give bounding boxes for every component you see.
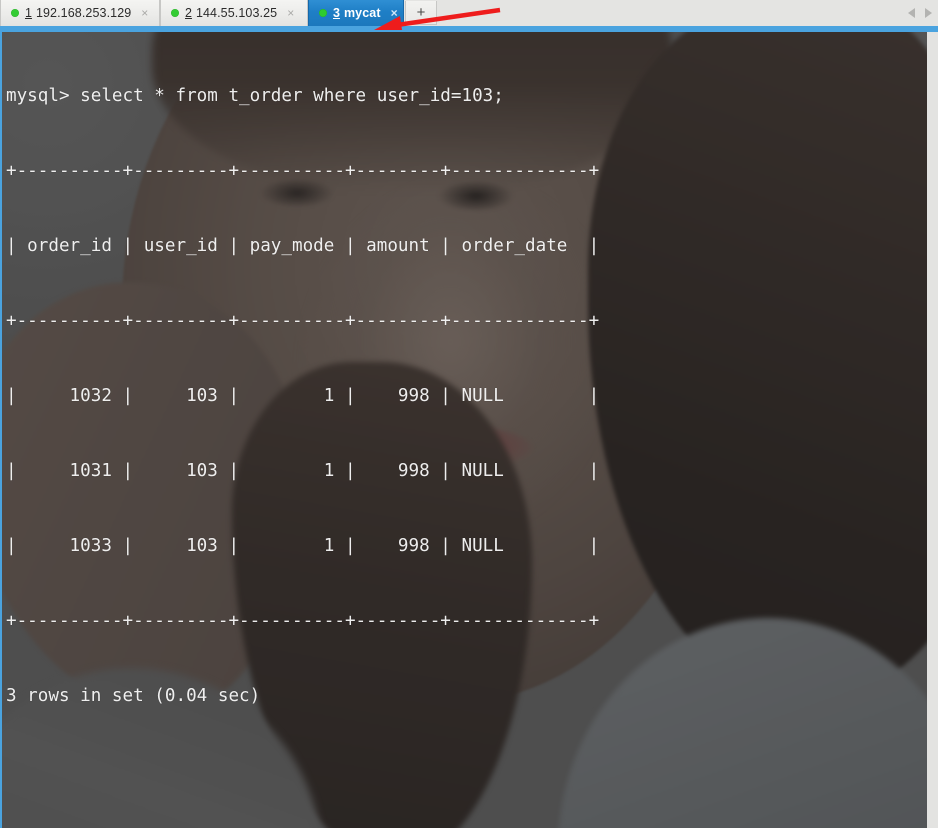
tab-nav-controls [908, 0, 932, 26]
new-tab-button[interactable]: + [405, 1, 437, 25]
tab-2-144-55-103-25[interactable]: 2 144.55.103.25 × [160, 0, 308, 26]
chevron-right-icon[interactable] [925, 8, 932, 18]
tab-title-label: mycat [343, 6, 381, 20]
tab-3-mycat[interactable]: 3 mycat × [308, 0, 404, 26]
tab-1-192-168-253-129[interactable]: 1 192.168.253.129 × [0, 0, 160, 26]
table-bottom-border: +----------+---------+----------+-------… [6, 611, 600, 631]
result-summary-line: 3 rows in set (0.04 sec) [6, 686, 261, 706]
table-top-border: +----------+---------+----------+-------… [6, 161, 600, 181]
close-icon[interactable]: × [287, 7, 294, 19]
tab-index-label: 2 [185, 6, 192, 20]
plus-icon: + [416, 4, 426, 21]
terminal-app-window: 1 192.168.253.129 × 2 144.55.103.25 × 3 … [0, 0, 938, 828]
table-row: | 1032 | 103 | 1 | 998 | NULL | [6, 386, 600, 406]
terminal-command-line: mysql> select * from t_order where user_… [6, 86, 504, 106]
table-header-row: | order_id | user_id | pay_mode | amount… [6, 236, 600, 256]
chevron-left-icon[interactable] [908, 8, 915, 18]
tab-bar: 1 192.168.253.129 × 2 144.55.103.25 × 3 … [0, 0, 938, 26]
window-right-edge-strip [927, 32, 938, 828]
terminal-output: mysql> select * from t_order where user_… [6, 34, 599, 828]
table-row: | 1031 | 103 | 1 | 998 | NULL | [6, 461, 600, 481]
tab-title-label: 192.168.253.129 [35, 6, 132, 20]
green-dot-icon [11, 9, 19, 17]
green-dot-icon [319, 9, 327, 17]
tab-title-label: 144.55.103.25 [195, 6, 278, 20]
table-header-separator: +----------+---------+----------+-------… [6, 311, 600, 331]
close-icon[interactable]: × [141, 7, 148, 19]
tab-index-label: 1 [25, 6, 32, 20]
tab-strip: 1 192.168.253.129 × 2 144.55.103.25 × 3 … [0, 0, 437, 26]
green-dot-icon [171, 9, 179, 17]
terminal-pane[interactable]: mysql> select * from t_order where user_… [0, 32, 938, 828]
tab-index-label: 3 [333, 6, 340, 20]
table-row: | 1033 | 103 | 1 | 998 | NULL | [6, 536, 600, 556]
close-icon[interactable]: × [391, 7, 398, 19]
